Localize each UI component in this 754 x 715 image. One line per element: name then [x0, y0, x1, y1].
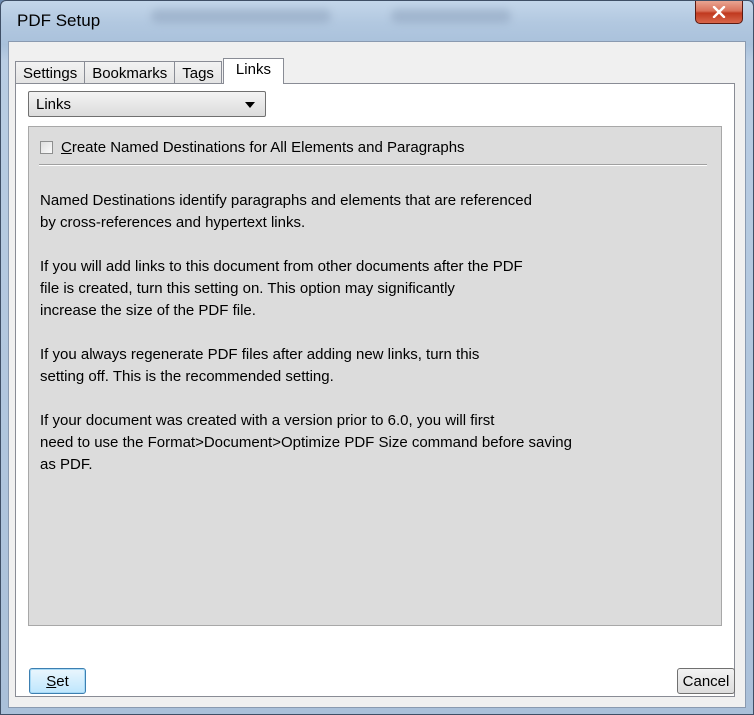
- dialog-client-area: Settings Bookmarks Tags Links Links Crea…: [8, 41, 746, 708]
- checkbox-label: Create Named Destinations for All Elemen…: [61, 139, 465, 156]
- close-button[interactable]: [695, 1, 743, 24]
- tab-bookmarks[interactable]: Bookmarks: [84, 61, 176, 84]
- description-paragraph: If you will add links to this document f…: [40, 258, 523, 319]
- cancel-button[interactable]: Cancel: [677, 668, 735, 694]
- description-paragraph: If you always regenerate PDF files after…: [40, 346, 480, 385]
- dialog-window: PDF Setup Settings Bookmarks Tags Links …: [0, 0, 754, 715]
- chevron-down-icon: [245, 102, 255, 108]
- description-paragraph: Named Destinations identify paragraphs a…: [40, 192, 532, 231]
- divider: [39, 164, 707, 166]
- tab-bar: Settings Bookmarks Tags Links: [15, 58, 284, 84]
- tab-tags[interactable]: Tags: [174, 61, 222, 84]
- links-options-group: Create Named Destinations for All Elemen…: [28, 126, 722, 626]
- close-icon: [712, 6, 726, 18]
- select-value: Links: [36, 95, 72, 113]
- tab-links[interactable]: Links: [222, 58, 284, 84]
- named-destinations-option[interactable]: Create Named Destinations for All Elemen…: [40, 139, 465, 156]
- named-destinations-checkbox[interactable]: [40, 141, 53, 154]
- tab-panel-links: Links Create Named Destinations for All …: [15, 83, 735, 697]
- set-button[interactable]: Set: [29, 668, 86, 694]
- tab-settings[interactable]: Settings: [15, 61, 86, 84]
- window-title: PDF Setup: [17, 11, 101, 30]
- title-bar-blur: [151, 9, 331, 23]
- description-paragraph: If your document was created with a vers…: [40, 412, 572, 473]
- title-bar[interactable]: PDF Setup: [1, 1, 753, 41]
- links-category-select[interactable]: Links: [28, 91, 266, 117]
- title-bar-blur: [391, 9, 511, 23]
